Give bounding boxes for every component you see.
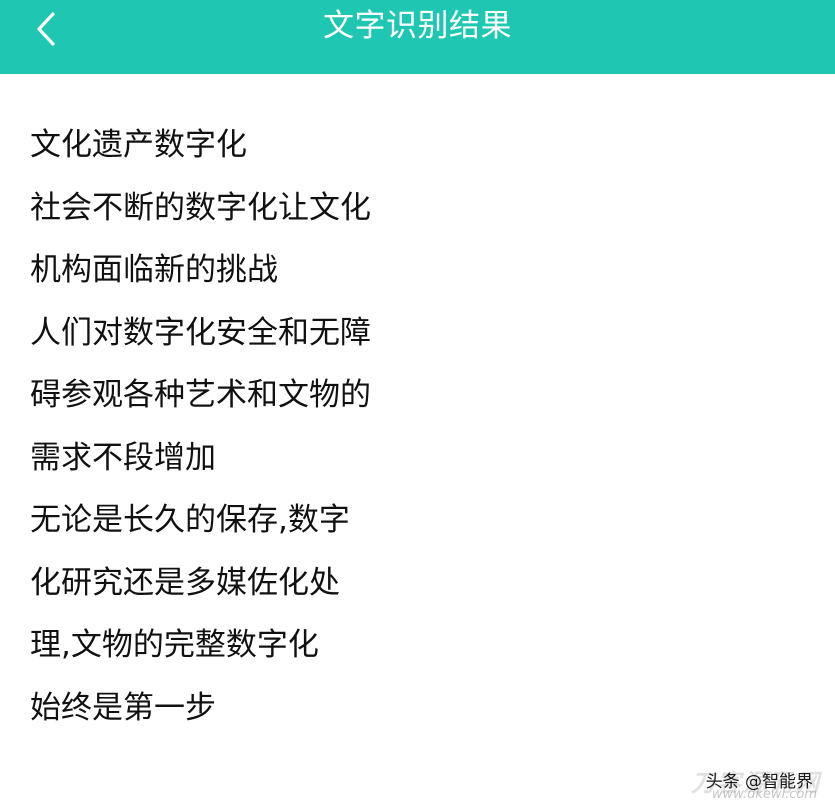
result-line: 文化遗产数字化: [30, 127, 247, 163]
ocr-result-text: 文化遗产数字化 社会不断的数字化让文化 机构面临新的挑战 人们对数字化安全和无障…: [30, 122, 820, 747]
result-line: 碍参观各种艺术和文物的: [30, 377, 371, 413]
result-line: 人们对数字化安全和无障: [30, 314, 371, 351]
watermark: 刀客源码网 www.dkewl.com 头条 @智能界: [671, 764, 821, 802]
result-line: 始终是第一步: [30, 689, 216, 726]
result-line: 社会不断的数字化让文化: [30, 189, 371, 226]
page-title: 文字识别结果: [323, 8, 512, 44]
result-line: 无论是长久的保存,数字: [30, 502, 350, 538]
result-line: 化研究还是多媒佐化处: [30, 564, 340, 601]
result-line: 需求不段增加: [30, 439, 216, 476]
watermark-label: 头条 @智能界: [705, 772, 813, 792]
result-line: 理,文物的完整数字化: [30, 627, 319, 663]
app-header: 文字识别结果: [0, 0, 835, 74]
result-line: 机构面临新的挑战: [30, 252, 278, 288]
